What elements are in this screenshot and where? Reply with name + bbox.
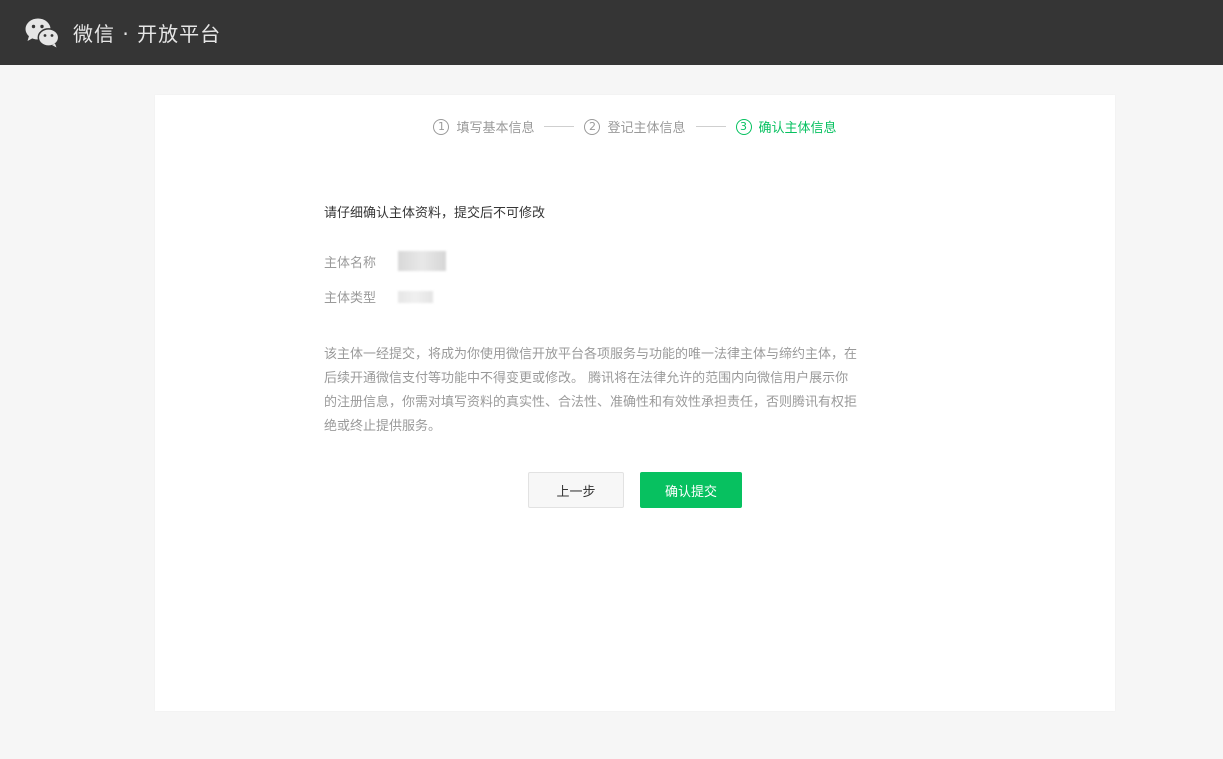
prev-step-button[interactable]: 上一步 xyxy=(528,472,624,508)
step-divider xyxy=(544,126,575,127)
step-label: 登记主体信息 xyxy=(607,121,686,136)
step-number: 3 xyxy=(735,118,752,135)
redacted-value xyxy=(398,290,433,303)
step-divider xyxy=(695,126,726,127)
main-card: 1 填写基本信息 2 登记主体信息 3 确认主体信息 请仔细确认主体资料，提交后… xyxy=(155,95,1115,711)
field-entity-name: 主体名称 xyxy=(324,251,864,271)
step-number: 2 xyxy=(584,118,601,135)
action-buttons: 上一步 确认提交 xyxy=(155,472,1115,508)
step-1: 1 填写基本信息 xyxy=(433,117,534,136)
redacted-value xyxy=(398,251,446,271)
field-label: 主体类型 xyxy=(324,291,377,306)
field-label: 主体名称 xyxy=(324,255,377,271)
confirm-content: 请仔细确认主体资料，提交后不可修改 主体名称 主体类型 该主体一经提交，将成为你… xyxy=(324,205,864,439)
wechat-logo-icon[interactable] xyxy=(24,17,60,49)
progress-steps: 1 填写基本信息 2 登记主体信息 3 确认主体信息 xyxy=(155,117,1115,136)
confirm-submit-button[interactable]: 确认提交 xyxy=(640,472,742,508)
brand-title[interactable]: 微信 · 开放平台 xyxy=(73,18,221,47)
confirm-title: 请仔细确认主体资料，提交后不可修改 xyxy=(324,206,546,221)
step-3: 3 确认主体信息 xyxy=(735,117,837,136)
legal-notice: 该主体一经提交，将成为你使用微信开放平台各项服务与功能的唯一法律主体与缔约主体，… xyxy=(324,347,858,434)
top-bar: 微信 · 开放平台 xyxy=(0,0,1223,65)
step-2: 2 登记主体信息 xyxy=(584,117,686,136)
step-label: 填写基本信息 xyxy=(456,121,535,136)
step-number: 1 xyxy=(433,118,450,135)
field-entity-type: 主体类型 xyxy=(324,287,864,306)
step-label: 确认主体信息 xyxy=(758,121,837,136)
